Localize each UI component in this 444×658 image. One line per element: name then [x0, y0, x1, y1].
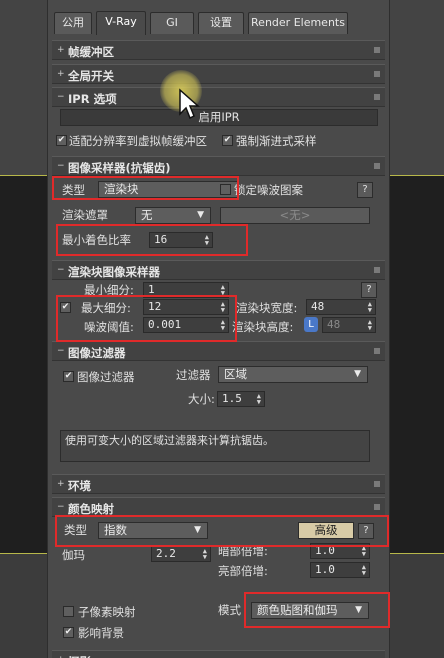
- image-filter-label: 图像过滤器: [77, 370, 135, 384]
- section-dot-icon: [374, 47, 380, 53]
- highlight-mode: [244, 592, 390, 628]
- bucket-width-input[interactable]: 48 ▲ ▼: [306, 299, 376, 315]
- chevron-down-icon: ▼: [197, 210, 204, 220]
- section-camera[interactable]: + 摄影: [52, 650, 385, 658]
- fit-resolution-label: 适配分辨率到虚拟帧缓冲区: [69, 134, 207, 148]
- image-filter-checkbox[interactable]: ✔: [63, 371, 74, 382]
- collapse-icon: −: [57, 161, 65, 171]
- section-title: 摄影: [68, 654, 91, 658]
- section-dot-icon: [374, 267, 380, 273]
- render-setup-panel: 公用 V-Ray GI 设置 Render Elements + 帧缓冲区 + …: [47, 0, 390, 658]
- collapse-icon: −: [57, 502, 65, 512]
- affect-background-label: 影响背景: [78, 626, 124, 640]
- section-title: 渲染块图像采样器: [68, 265, 160, 279]
- spinner-icon[interactable]: ▲ ▼: [368, 301, 372, 314]
- render-mask-map-button[interactable]: <无>: [220, 207, 370, 224]
- filter-size-label: 大小:: [188, 392, 215, 406]
- filter-type-dropdown[interactable]: 区域 ▼: [218, 366, 368, 383]
- section-dot-icon: [374, 94, 380, 100]
- section-image-sampler[interactable]: − 图像采样器(抗锯齿): [52, 156, 385, 176]
- field-value: 2.2: [156, 547, 176, 560]
- subpixel-mapping-label: 子像素映射: [78, 605, 136, 619]
- section-bucket-sampler[interactable]: − 渲染块图像采样器: [52, 260, 385, 280]
- tab-vray[interactable]: V-Ray: [96, 11, 146, 35]
- field-value: 1.5: [222, 392, 242, 405]
- section-dot-icon: [374, 481, 380, 487]
- section-title: IPR 选项: [68, 92, 117, 106]
- dropdown-value: 区域: [224, 367, 247, 381]
- dropdown-value: 无: [141, 208, 153, 222]
- bucket-height-input[interactable]: 48 ▲ ▼: [322, 317, 376, 333]
- tab-render-elements[interactable]: Render Elements: [248, 12, 348, 34]
- bucket-height-label: 渲染块高度:: [232, 320, 294, 334]
- viewport-guide-line: [0, 553, 48, 554]
- field-value: 1.0: [315, 563, 335, 576]
- fit-resolution-checkbox[interactable]: ✔: [56, 135, 67, 146]
- viewport-guide-line: [390, 553, 444, 554]
- mode-label: 模式: [218, 603, 241, 617]
- subpixel-mapping-checkbox[interactable]: [63, 606, 74, 617]
- collapse-icon: −: [57, 92, 65, 102]
- filter-size-input[interactable]: 1.5 ▲ ▼: [217, 391, 265, 407]
- bucket-help-button[interactable]: ?: [361, 282, 377, 298]
- collapse-icon: −: [57, 346, 65, 356]
- expand-icon: +: [57, 45, 65, 55]
- section-color-mapping[interactable]: − 颜色映射: [52, 497, 385, 517]
- highlight-subdivs: [56, 295, 237, 342]
- bucket-width-label: 渲染块宽度:: [236, 301, 298, 315]
- spinner-icon[interactable]: ▲ ▼: [368, 319, 372, 332]
- render-mask-label: 渲染遮罩: [62, 208, 108, 222]
- highlight-color-mapping-type: [55, 515, 389, 547]
- field-value: 48: [327, 318, 341, 331]
- section-title: 环境: [68, 479, 91, 493]
- start-ipr-button[interactable]: 启用IPR: [60, 109, 378, 126]
- section-ipr[interactable]: − IPR 选项: [52, 87, 385, 107]
- bright-multiplier-label: 亮部倍增:: [218, 564, 268, 578]
- chevron-down-icon: ▼: [354, 369, 361, 379]
- spinner-icon[interactable]: ▲ ▼: [257, 393, 261, 406]
- bucket-lock-button[interactable]: L: [304, 317, 318, 332]
- lock-noise-label: 锁定噪波图案: [234, 183, 303, 197]
- tab-common[interactable]: 公用: [54, 12, 92, 34]
- mouse-pointer-icon: [179, 88, 200, 120]
- section-dot-icon: [374, 71, 380, 77]
- section-dot-icon: [374, 504, 380, 510]
- render-mask-dropdown[interactable]: 无 ▼: [135, 207, 211, 224]
- section-image-filter[interactable]: − 图像过滤器: [52, 341, 385, 361]
- force-progressive-label: 强制渐进式采样: [236, 134, 317, 148]
- section-title: 图像采样器(抗锯齿): [68, 161, 171, 175]
- filter-description: 使用可变大小的区域过滤器来计算抗锯齿。: [60, 430, 370, 462]
- section-title: 全局开关: [68, 69, 114, 83]
- highlight-min-shading: [56, 224, 248, 256]
- tab-gi[interactable]: GI: [150, 12, 194, 34]
- section-frame-buffer[interactable]: + 帧缓冲区: [52, 40, 385, 60]
- affect-background-checkbox[interactable]: ✔: [63, 627, 74, 638]
- spinner-icon[interactable]: ▲ ▼: [203, 548, 207, 561]
- spinner-icon[interactable]: ▲ ▼: [362, 564, 366, 577]
- viewport-guide-line: [0, 175, 48, 176]
- section-dot-icon: [374, 348, 380, 354]
- field-value: 48: [311, 300, 325, 313]
- gamma-input[interactable]: 2.2 ▲ ▼: [151, 546, 211, 562]
- tab-settings[interactable]: 设置: [198, 12, 244, 34]
- section-environment[interactable]: + 环境: [52, 474, 385, 494]
- section-dot-icon: [374, 163, 380, 169]
- section-global-switches[interactable]: + 全局开关: [52, 64, 385, 84]
- bright-multiplier-input[interactable]: 1.0 ▲ ▼: [310, 562, 370, 578]
- viewport-guide-line: [390, 175, 444, 176]
- filter-type-label: 过滤器: [176, 368, 211, 382]
- section-title: 图像过滤器: [68, 346, 126, 360]
- collapse-icon: −: [57, 265, 65, 275]
- expand-icon: +: [57, 69, 65, 79]
- highlight-sampler-type: [52, 176, 239, 200]
- section-title: 帧缓冲区: [68, 45, 114, 59]
- sampler-help-button[interactable]: ?: [357, 182, 373, 198]
- expand-icon: +: [57, 479, 65, 489]
- gamma-label: 伽玛: [62, 548, 85, 562]
- force-progressive-checkbox[interactable]: ✔: [222, 135, 233, 146]
